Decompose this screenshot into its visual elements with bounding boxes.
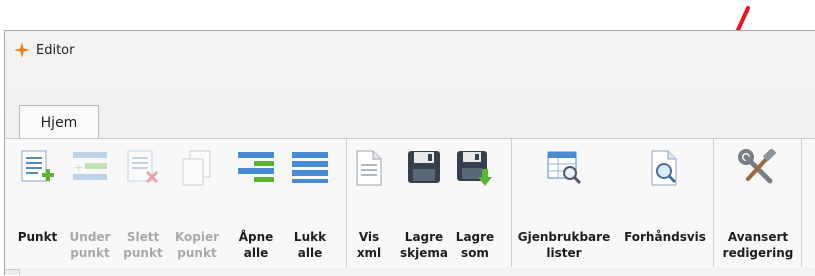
ribbon-group-lists: Gjenbrukbare lister Forhåndsvis (512, 139, 714, 267)
avansert-redigering-label: Avansert redigering (722, 230, 794, 260)
lagre-som-button[interactable]: Lagre som (453, 139, 497, 267)
under-punkt-button[interactable]: + Under punkt (67, 139, 113, 267)
lagre-som-label: Lagre som (455, 230, 495, 260)
table-magnifier-icon (547, 151, 582, 185)
star-icon (14, 42, 30, 58)
gjenbrukbare-lister-button[interactable]: Gjenbrukbare lister (514, 139, 614, 267)
title-bar: Editor (5, 31, 815, 69)
ribbon-group-advanced: Avansert redigering (714, 139, 802, 267)
preview-icon (651, 150, 677, 186)
editor-window: Editor Hjem Punkt + Under punkt Slett pu… (4, 30, 815, 276)
svg-text:+: + (74, 161, 83, 174)
lukk-alle-button[interactable]: Lukk alle (285, 139, 335, 267)
lukk-alle-label: Lukk alle (293, 230, 327, 260)
tools-icon (738, 149, 777, 184)
save-icon (408, 151, 440, 183)
avansert-redigering-button[interactable]: Avansert redigering (718, 139, 798, 267)
doc-add-icon (21, 150, 54, 182)
forhandsvis-button[interactable]: Forhåndsvis (620, 139, 710, 267)
gjenbrukbare-lister-label: Gjenbrukbare lister (517, 230, 611, 260)
kopier-punkt-button[interactable]: Kopier punkt (173, 139, 221, 267)
vis-xml-button[interactable]: Vis xml (349, 139, 389, 267)
lagre-skjema-label: Lagre skjema (400, 230, 448, 260)
apne-alle-button[interactable]: Åpne alle (231, 139, 281, 267)
tab-hjem[interactable]: Hjem (19, 105, 99, 139)
ribbon: Punkt + Under punkt Slett punkt Kopier p… (5, 138, 815, 270)
collapse-all-icon (292, 152, 328, 183)
vis-xml-label: Vis xml (356, 230, 382, 260)
ribbon-group-file: Vis xml Lagre skjema Lagre som (347, 139, 512, 267)
slett-punkt-label: Slett punkt (123, 230, 163, 260)
copy-icon (182, 150, 211, 186)
under-punkt-label: Under punkt (69, 230, 111, 260)
doc-delete-icon (127, 150, 159, 184)
lagre-skjema-button[interactable]: Lagre skjema (399, 139, 449, 267)
document-icon (356, 150, 382, 186)
window-title: Editor (36, 42, 75, 58)
sub-item-icon: + (73, 152, 107, 180)
forhandsvis-label: Forhåndsvis (624, 230, 706, 244)
punkt-label: Punkt (17, 230, 58, 244)
kopier-punkt-label: Kopier punkt (174, 230, 220, 260)
punkt-button[interactable]: Punkt (15, 139, 60, 267)
ribbon-group-items: Punkt + Under punkt Slett punkt Kopier p… (15, 139, 347, 267)
apne-alle-label: Åpne alle (238, 230, 274, 260)
slett-punkt-button[interactable]: Slett punkt (120, 139, 166, 267)
save-as-icon (457, 151, 492, 186)
expand-all-icon (238, 152, 274, 182)
